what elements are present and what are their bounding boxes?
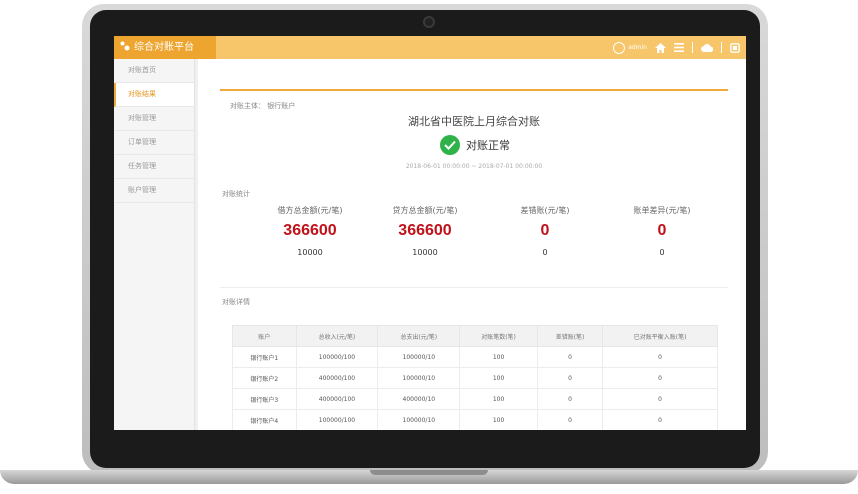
sidebar: 对账首页 对账结果 对账管理 订单管理 任务管理 账户管理	[114, 59, 195, 430]
stat-amount: 0	[657, 222, 667, 239]
details-table: 账户 总收入(元/笔) 总支出(元/笔) 对账笔数(笔) 差错账(笔) 已对账平…	[232, 325, 718, 430]
stat-header: 贷方总金额(元/笔)	[392, 206, 458, 215]
table-cell: 100000/100	[295, 409, 379, 430]
stat-error: 差错账(元/笔) 0 0	[485, 205, 605, 257]
laptop-notch	[370, 470, 488, 475]
sidebar-item-accounts[interactable]: 账户管理	[114, 179, 194, 203]
menu-icon[interactable]	[674, 43, 684, 52]
table-cell: 100000/100	[295, 346, 379, 368]
top-bar: 综合对账平台 admin	[114, 36, 746, 59]
stats-section-label: 对账统计	[222, 190, 250, 198]
column-header[interactable]: 总支出(元/笔)	[377, 325, 461, 347]
table-cell: 100000/10	[377, 409, 461, 430]
column-header[interactable]: 差错账(笔)	[536, 325, 604, 347]
table-header-row: 账户 总收入(元/笔) 总支出(元/笔) 对账笔数(笔) 差错账(笔) 已对账平…	[232, 325, 718, 347]
sidebar-item-tasks[interactable]: 任务管理	[114, 155, 194, 179]
table-cell: 100000/10	[377, 346, 461, 368]
status-indicator: 对账正常	[440, 135, 510, 155]
table-cell: 0	[602, 367, 718, 389]
stat-count: 10000	[412, 248, 438, 257]
sidebar-item-orders[interactable]: 订单管理	[114, 131, 194, 155]
stat-header: 账单差异(元/笔)	[633, 206, 691, 215]
stat-header: 差错账(元/笔)	[520, 206, 570, 215]
separator	[692, 42, 693, 53]
status-text: 对账正常	[466, 139, 510, 152]
stat-count: 0	[542, 248, 548, 257]
table-row[interactable]: 银行账户4 100000/100 100000/10 100 0 0	[232, 409, 718, 430]
stat-count: 0	[659, 248, 665, 257]
table-cell: 银行账户3	[232, 388, 297, 410]
column-header[interactable]: 总收入(元/笔)	[295, 325, 379, 347]
logo-icon	[120, 41, 130, 51]
table-cell: 100	[459, 388, 538, 410]
stat-header: 借方总金额(元/笔)	[277, 206, 343, 215]
column-header[interactable]: 已对账平衡入账(笔)	[602, 325, 718, 347]
table-cell: 400000/100	[295, 388, 379, 410]
user-avatar-icon	[613, 41, 626, 54]
sidebar-item-home[interactable]: 对账首页	[114, 59, 194, 83]
date-range: 2018-06-01 00:00:00 ~ 2018-07-01 00:00:0…	[405, 163, 543, 170]
table-cell: 银行账户4	[232, 409, 297, 430]
check-icon	[440, 135, 460, 155]
top-icons: admin	[613, 40, 740, 55]
table-cell: 0	[536, 367, 604, 389]
table-cell: 0	[536, 388, 604, 410]
table-row[interactable]: 银行账户3 400000/100 400000/10 100 0 0	[232, 388, 718, 410]
stat-difference: 账单差异(元/笔) 0 0	[602, 205, 722, 257]
table-cell: 0	[536, 346, 604, 368]
brand-name: 综合对账平台	[134, 42, 194, 53]
column-header[interactable]: 账户	[232, 325, 297, 347]
stat-count: 10000	[297, 248, 323, 257]
table-cell: 400000/10	[377, 388, 461, 410]
table-cell: 100	[459, 346, 538, 368]
brand[interactable]: 综合对账平台	[114, 36, 216, 59]
table-cell: 0	[602, 388, 718, 410]
main-content: 对账主体： 银行账户 湖北省中医院上月综合对账 对账正常 2018-06-01 …	[198, 59, 746, 430]
stat-credit: 贷方总金额(元/笔) 366600 10000	[365, 205, 485, 257]
sidebar-item-results[interactable]: 对账结果	[114, 83, 194, 107]
details-section-label: 对账详情	[222, 298, 250, 306]
exit-icon[interactable]	[730, 42, 740, 53]
table-cell: 0	[536, 409, 604, 430]
home-icon[interactable]	[655, 42, 666, 53]
table-row[interactable]: 银行账户2 400000/100 100000/10 100 0 0	[232, 367, 718, 389]
table-cell: 银行账户2	[232, 367, 297, 389]
table-cell: 100	[459, 409, 538, 430]
table-cell: 银行账户1	[232, 346, 297, 368]
divider	[220, 287, 728, 288]
sidebar-item-management[interactable]: 对账管理	[114, 107, 194, 131]
separator	[721, 42, 722, 53]
stat-debit: 借方总金额(元/笔) 366600 10000	[250, 205, 370, 257]
table-cell: 0	[602, 409, 718, 430]
table-cell: 100000/10	[377, 367, 461, 389]
table-cell: 0	[602, 346, 718, 368]
reconciliation-subject: 对账主体： 银行账户	[230, 102, 296, 110]
webcam-icon	[425, 18, 433, 26]
page-title: 湖北省中医院上月综合对账	[408, 115, 540, 128]
stat-amount: 0	[540, 222, 550, 239]
stat-amount: 366600	[283, 222, 337, 239]
summary-card: 对账主体： 银行账户 湖北省中医院上月综合对账 对账正常 2018-06-01 …	[220, 89, 728, 181]
column-header[interactable]: 对账笔数(笔)	[459, 325, 538, 347]
table-cell: 100	[459, 367, 538, 389]
user-menu[interactable]: admin	[613, 41, 647, 54]
table-cell: 400000/100	[295, 367, 379, 389]
stat-amount: 366600	[398, 222, 452, 239]
table-row[interactable]: 银行账户1 100000/100 100000/10 100 0 0	[232, 346, 718, 368]
app-screen: 综合对账平台 admin 对账首页 对账结果 对账管理 订单管理 任务管理 账户…	[114, 36, 746, 430]
cloud-icon[interactable]	[701, 43, 713, 52]
user-name: admin	[628, 44, 647, 51]
